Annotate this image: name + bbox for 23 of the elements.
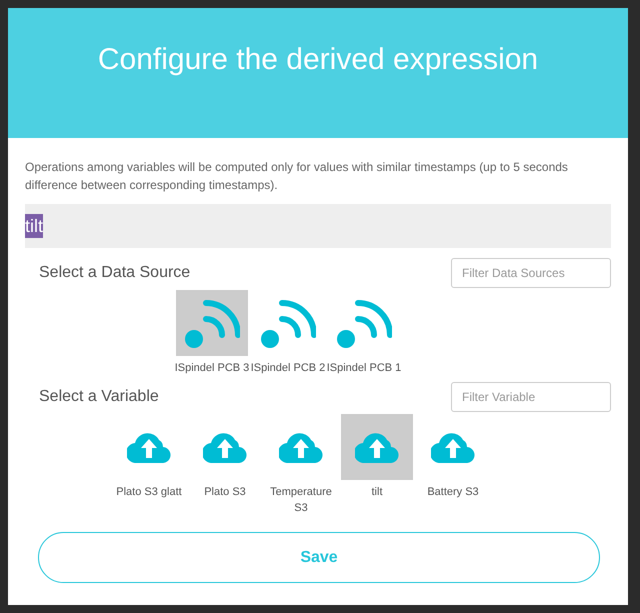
expression-field[interactable]: tilt (25, 204, 611, 248)
data-source-label: ISpindel PCB 3 (174, 361, 250, 376)
cloud-upload-icon (431, 431, 475, 463)
filter-field[interactable]: Filter Data Sources (451, 258, 611, 288)
variable-label: tilt (370, 485, 384, 500)
filter-field[interactable]: Filter Variable (451, 382, 611, 412)
cloud-upload-icon (203, 431, 247, 463)
dialog-title: Configure the derived expression (98, 42, 538, 78)
variable-label: Plato S3 glatt (115, 485, 183, 500)
data-source-label: ISpindel PCB 1 (326, 361, 402, 376)
data-source-tile[interactable] (176, 290, 248, 356)
variable-label: Temperature S3 (269, 485, 333, 516)
variable-label: Plato S3 (203, 485, 247, 500)
expression-text: tilt (25, 214, 43, 238)
variable-tile[interactable] (341, 414, 413, 480)
info-text: Operations among variables will be computed only for values with similar timestamps (up to 5 seconds difference between corresponding timestamps). (25, 159, 569, 194)
cloud-upload-icon (355, 431, 399, 463)
variable-label: Battery S3 (426, 485, 480, 500)
data-source-label: ISpindel PCB 2 (250, 361, 326, 376)
section-heading: Select a Data Source (39, 263, 190, 283)
section-heading: Select a Variable (39, 387, 159, 407)
cloud-upload-icon (127, 431, 171, 463)
cloud-upload-icon (279, 431, 323, 463)
